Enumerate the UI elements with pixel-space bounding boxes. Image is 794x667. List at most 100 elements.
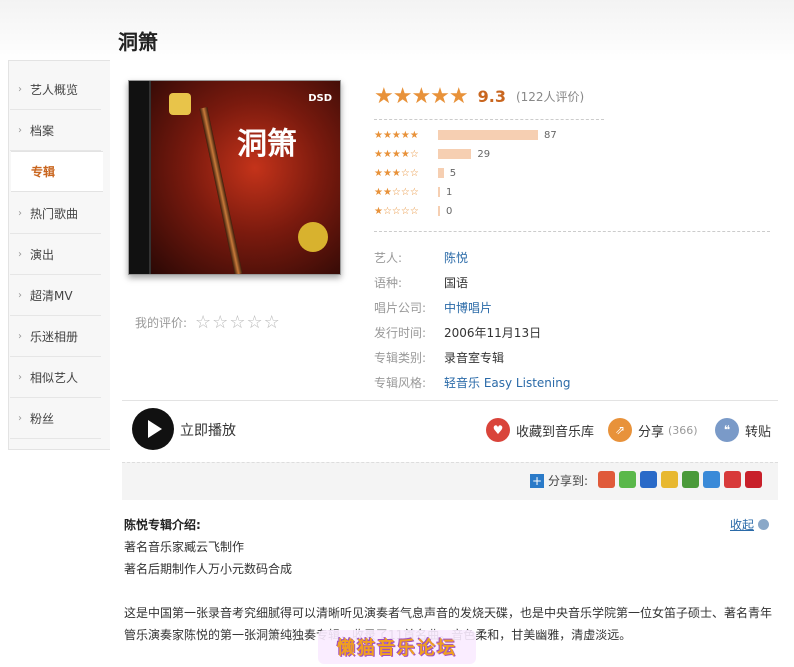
rating-bar-stars-icon: ★★★★★ [374, 129, 419, 141]
rating-bar-stars-icon: ★★★☆☆ [374, 167, 419, 179]
collect-button[interactable]: ♥ 收藏到音乐库 [486, 418, 594, 442]
sidebar-item-label: 相似艺人 [30, 370, 79, 385]
rating-bar-row: ★★★★★ 87 [374, 128, 604, 142]
info-key: 专辑类别: [374, 350, 427, 365]
plus-icon[interactable]: + [530, 473, 544, 488]
cover-spine [129, 81, 151, 274]
sidebar-item-label: 粉丝 [30, 411, 55, 426]
renren-icon[interactable] [598, 471, 615, 488]
rating-bar-stars-icon: ★☆☆☆☆ [374, 205, 419, 217]
info-row: 艺人: 陈悦 [374, 248, 468, 266]
collect-label: 收藏到音乐库 [516, 424, 595, 440]
sidebar-item-hot-songs[interactable]: › 热门歌曲 [10, 193, 101, 234]
share-count: (366) [668, 423, 698, 437]
chevron-right-icon: › [18, 207, 22, 219]
info-key: 专辑风格: [374, 375, 427, 390]
people-icon[interactable] [640, 471, 657, 488]
sidebar-item-fans[interactable]: › 粉丝 [10, 398, 101, 439]
chevron-right-icon: › [18, 83, 22, 95]
rating-bar [438, 168, 444, 178]
sidebar-item-label: 艺人概览 [30, 82, 79, 97]
dsd-badge: DSD [308, 93, 332, 104]
award-seal-icon [298, 222, 328, 252]
info-row: 唱片公司: 中博唱片 [374, 298, 492, 316]
chevron-right-icon: › [18, 124, 22, 136]
sidebar-item-label: 热门歌曲 [30, 206, 79, 221]
wechat-icon[interactable] [619, 471, 636, 488]
rating-bar-row: ★★★☆☆ 5 [374, 166, 604, 180]
sidebar-item-albums[interactable]: 专辑 [11, 151, 103, 192]
share-to-label: 分享到: [548, 474, 589, 488]
rating-bar-stars-icon: ★★☆☆☆ [374, 186, 419, 198]
sidebar-item-label: 乐迷相册 [30, 329, 79, 344]
rating-stars-input[interactable]: ☆☆☆☆☆ [195, 312, 281, 333]
sidebar-item-label: 专辑 [31, 165, 56, 179]
share-icons [598, 471, 766, 488]
rating-bar-row: ★☆☆☆☆ 0 [374, 204, 604, 218]
play-button[interactable] [132, 408, 174, 450]
heart-icon: ♥ [486, 418, 510, 442]
chevron-right-icon: › [18, 412, 22, 424]
sidebar-item-overview[interactable]: › 艺人概览 [10, 69, 101, 110]
info-key: 艺人: [374, 250, 403, 265]
netease-icon[interactable] [745, 471, 762, 488]
rating-bar-row: ★★★★☆ 29 [374, 147, 604, 161]
repost-label: 转贴 [745, 424, 772, 440]
rating-score: 9.3 [477, 87, 506, 106]
star-icon[interactable] [661, 471, 678, 488]
divider [374, 119, 604, 120]
info-row: 发行时间: 2006年11月13日 [374, 323, 541, 341]
share-to: + 分享到: [530, 472, 588, 489]
sidebar-item-mv[interactable]: › 超清MV [10, 275, 101, 316]
rating-count: (122人评价) [515, 90, 585, 104]
intro-line: 著名后期制作人万小元数码合成 [124, 562, 293, 576]
info-value[interactable]: 陈悦 [444, 249, 468, 266]
cover-title: 洞箫 [237, 127, 297, 162]
chevron-right-icon: › [18, 330, 22, 342]
share-icon: ⇗ [608, 418, 632, 442]
weibo-icon[interactable] [724, 471, 741, 488]
douban-icon[interactable] [682, 471, 699, 488]
sidebar-item-label: 档案 [30, 123, 55, 138]
info-key: 语种: [374, 275, 403, 290]
info-row: 专辑类别: 录音室专辑 [374, 348, 504, 366]
info-value[interactable]: 轻音乐 Easy Listening [444, 374, 570, 391]
share-label: 分享 [638, 424, 665, 440]
play-icon [148, 420, 162, 438]
quote-icon: ❝ [715, 418, 739, 442]
info-value[interactable]: 中博唱片 [444, 299, 492, 316]
repost-button[interactable]: ❝ 转贴 [715, 418, 771, 442]
divider [374, 231, 770, 232]
intro-title: 陈悦专辑介绍: [124, 518, 201, 532]
collapse-link[interactable]: 收起 [730, 516, 770, 533]
rating-bar-count: 87 [544, 129, 557, 141]
rating-bar-count: 29 [477, 148, 491, 160]
rating-bar-count: 0 [446, 205, 453, 217]
sidebar-item-label: 演出 [30, 247, 55, 262]
play-label[interactable]: 立即播放 [180, 420, 236, 440]
chevron-right-icon: › [18, 248, 22, 260]
my-rating: 我的评价: ☆☆☆☆☆ [135, 312, 281, 333]
page-title: 洞箫 [118, 30, 158, 54]
rating-bar [438, 187, 440, 197]
rating-bar [438, 206, 440, 216]
info-value: 录音室专辑 [444, 350, 505, 365]
album-cover[interactable]: DSD 洞箫 [128, 80, 341, 275]
chevron-right-icon: › [18, 371, 22, 383]
rating-bar-stars-icon: ★★★★☆ [374, 148, 419, 160]
my-rating-label: 我的评价: [135, 316, 188, 330]
collapse-label: 收起 [730, 518, 755, 532]
info-key: 唱片公司: [374, 300, 427, 315]
sidebar-item-label: 超清MV [30, 288, 73, 303]
qzone-icon[interactable] [703, 471, 720, 488]
overall-rating: ★★★★★ 9.3 (122人评价) [374, 84, 584, 109]
info-key: 发行时间: [374, 325, 427, 340]
forum-watermark: 懒猫音乐论坛 [318, 630, 476, 664]
chevron-right-icon: › [18, 289, 22, 301]
sidebar-item-similar-artists[interactable]: › 相似艺人 [10, 357, 101, 398]
sidebar-item-concerts[interactable]: › 演出 [10, 234, 101, 275]
sidebar-item-fan-photos[interactable]: › 乐迷相册 [10, 316, 101, 357]
share-button[interactable]: ⇗ 分享 (366) [608, 418, 698, 442]
sidebar-item-profile[interactable]: › 档案 [10, 110, 101, 151]
intro-line: 著名音乐家臧云飞制作 [124, 540, 245, 554]
